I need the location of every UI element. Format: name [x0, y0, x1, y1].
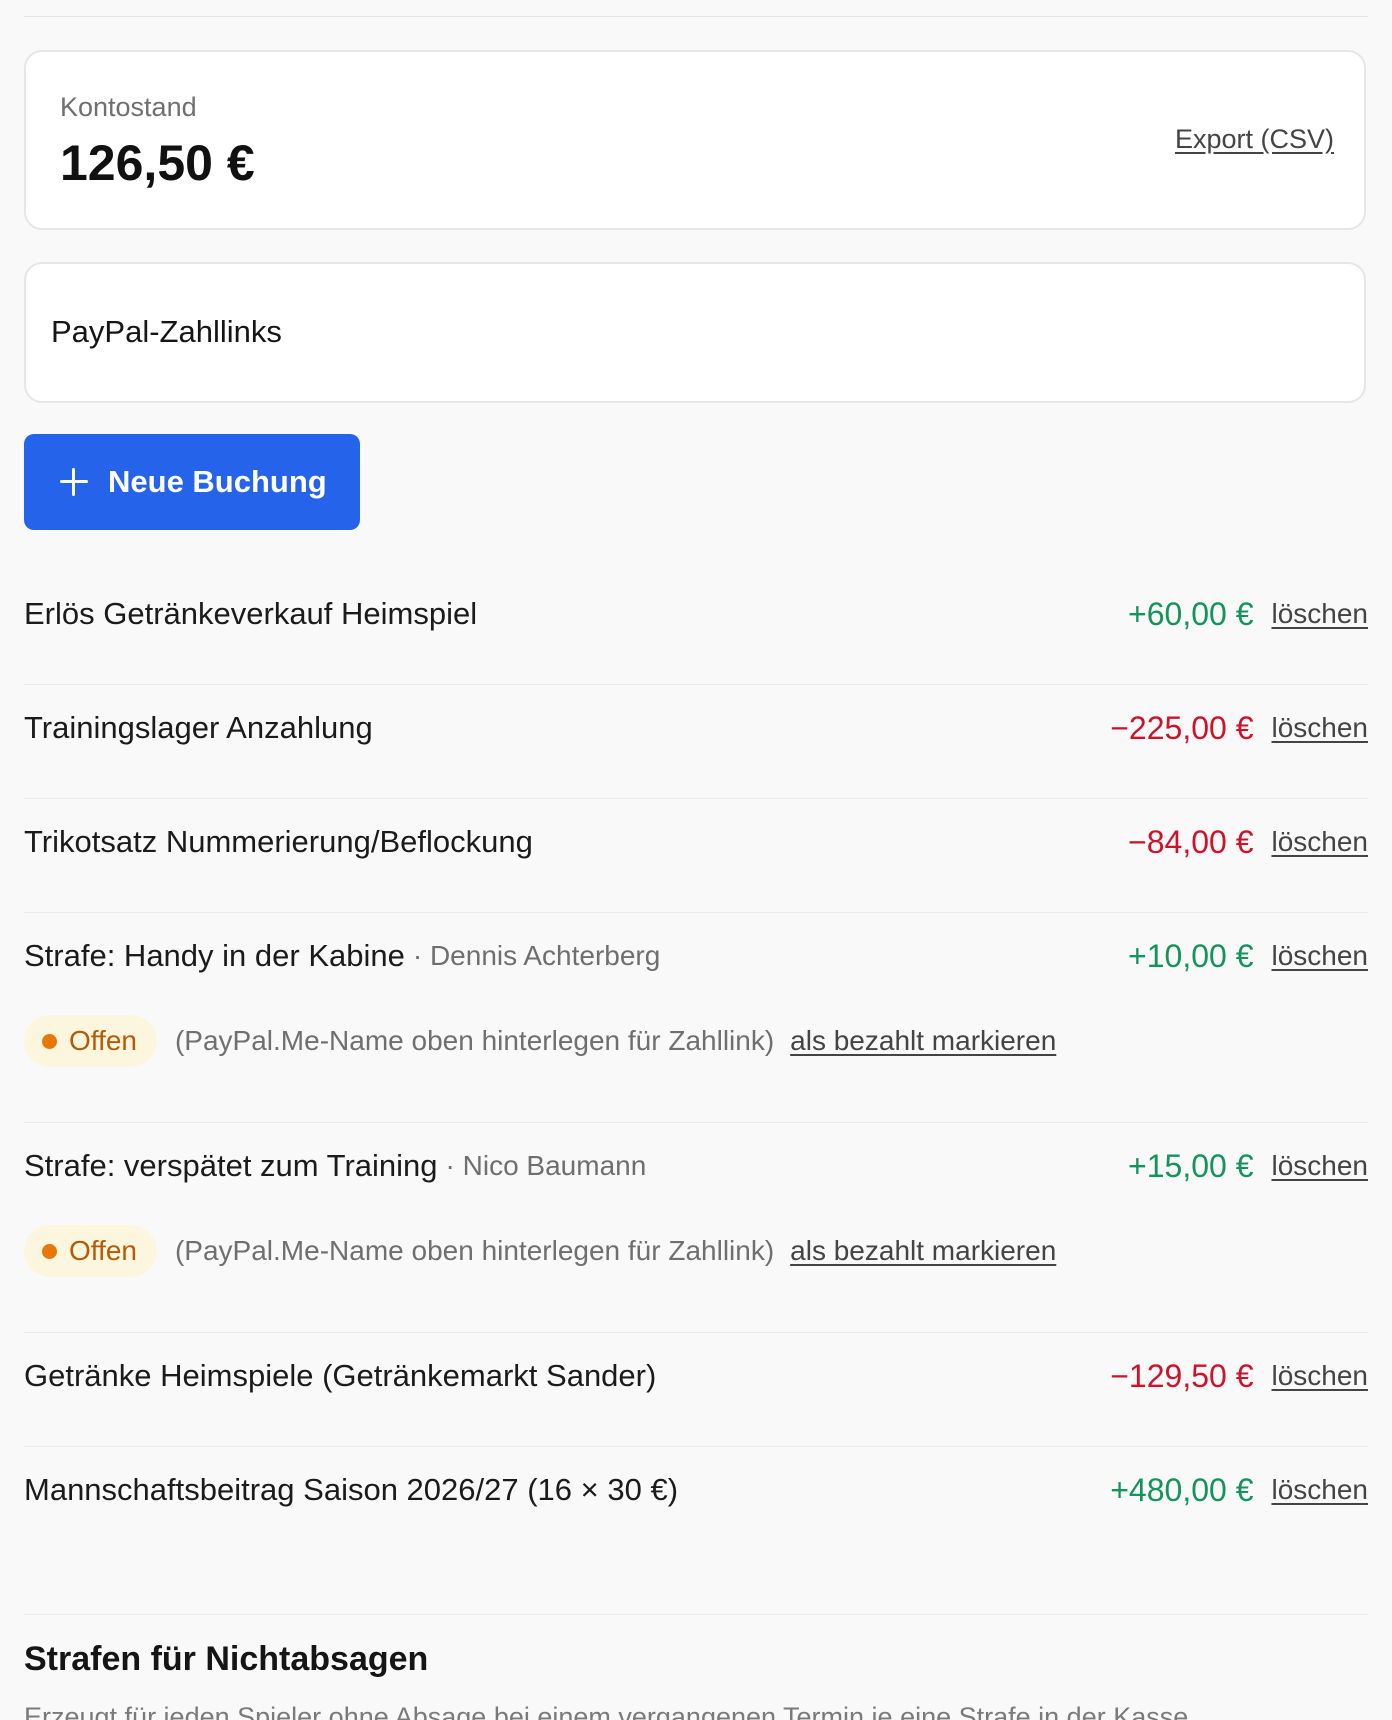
new-booking-label: Neue Buchung	[108, 464, 327, 499]
booking-row: Strafe: Handy in der Kabine · Dennis Acht…	[24, 913, 1368, 985]
booking-amount: −84,00 €	[1128, 823, 1254, 860]
booking-amount: +15,00 €	[1128, 1147, 1254, 1184]
booking-row: Getränke Heimspiele (Getränkemarkt Sande…	[24, 1333, 1368, 1405]
booking-row: Trainingslager Anzahlung −225,00 € löschen	[24, 685, 1368, 757]
booking-list: Erlös Getränkeverkauf Heimspiel +60,00 € l…	[24, 585, 1368, 1615]
booking-row: Strafe: verspätet zum Training · Nico Bau…	[24, 1123, 1368, 1195]
booking-row: Mannschaftsbeitrag Saison 2026/27 (16 × …	[24, 1447, 1368, 1519]
booking-person: · Dennis Achterberg	[412, 940, 661, 971]
plus-icon	[60, 468, 88, 496]
payment-status-row: Offen (PayPal.Me-Name oben hinterlegen fü…	[24, 1225, 1368, 1277]
booking-amount: +60,00 €	[1128, 595, 1254, 632]
booking-entry: Trainingslager Anzahlung −225,00 € löschen	[24, 685, 1368, 799]
booking-amount: −129,50 €	[1110, 1357, 1254, 1394]
booking-title: Strafe: verspätet zum Training	[24, 1148, 438, 1183]
booking-title: Mannschaftsbeitrag Saison 2026/27 (16 × …	[24, 1472, 679, 1507]
balance-value: 126,50 €	[60, 135, 255, 191]
delete-booking-link[interactable]: löschen	[1271, 1360, 1368, 1392]
status-note: (PayPal.Me-Name oben hinterlegen für Zah…	[174, 1235, 775, 1266]
mark-paid-link[interactable]: als bezahlt markieren	[790, 1235, 1056, 1267]
booking-row: Trikotsatz Nummerierung/Beflockung −84,00…	[24, 799, 1368, 871]
booking-title: Erlös Getränkeverkauf Heimspiel	[24, 596, 478, 631]
booking-title: Strafe: Handy in der Kabine	[24, 938, 405, 973]
booking-entry: Strafe: Handy in der Kabine · Dennis Acht…	[24, 913, 1368, 1123]
payment-status-row: Offen (PayPal.Me-Name oben hinterlegen fü…	[24, 1015, 1368, 1067]
status-dot-icon	[42, 1243, 57, 1259]
booking-entry: Mannschaftsbeitrag Saison 2026/27 (16 × …	[24, 1447, 1368, 1615]
new-booking-button[interactable]: Neue Buchung	[24, 434, 360, 530]
status-badge: Offen	[24, 1015, 157, 1067]
booking-entry: Erlös Getränkeverkauf Heimspiel +60,00 € l…	[24, 585, 1368, 685]
status-label: Offen	[69, 1025, 137, 1056]
balance-label: Kontostand	[60, 92, 197, 122]
booking-entry: Getränke Heimspiele (Getränkemarkt Sande…	[24, 1333, 1368, 1447]
booking-person: · Nico Baumann	[445, 1150, 647, 1181]
booking-amount: +480,00 €	[1110, 1471, 1254, 1508]
booking-row: Erlös Getränkeverkauf Heimspiel +60,00 € l…	[24, 585, 1368, 643]
booking-amount: +10,00 €	[1128, 937, 1254, 974]
balance-card: Kontostand 126,50 € Export (CSV)	[24, 50, 1366, 230]
status-note: (PayPal.Me-Name oben hinterlegen für Zah…	[174, 1025, 775, 1056]
delete-booking-link[interactable]: löschen	[1271, 1474, 1368, 1506]
export-csv-link[interactable]: Export (CSV)	[1175, 124, 1334, 155]
booking-amount: −225,00 €	[1110, 709, 1254, 746]
delete-booking-link[interactable]: löschen	[1271, 826, 1368, 858]
mark-paid-link[interactable]: als bezahlt markieren	[790, 1025, 1056, 1057]
booking-title: Getränke Heimspiele (Getränkemarkt Sande…	[24, 1358, 657, 1393]
delete-booking-link[interactable]: löschen	[1271, 598, 1368, 630]
booking-title: Trikotsatz Nummerierung/Beflockung	[24, 824, 533, 859]
booking-entry: Strafe: verspätet zum Training · Nico Bau…	[24, 1123, 1368, 1333]
booking-entry: Trikotsatz Nummerierung/Beflockung −84,00…	[24, 799, 1368, 913]
paypal-links-card[interactable]: PayPal-Zahllinks	[24, 262, 1366, 403]
team-cash-page: Kontostand 126,50 € Export (CSV) PayPal-…	[0, 0, 1392, 1720]
delete-booking-link[interactable]: löschen	[1271, 940, 1368, 972]
booking-title: Trainingslager Anzahlung	[24, 710, 373, 745]
penalty-section-title: Strafen für Nichtabsagen	[24, 1640, 429, 1678]
status-badge: Offen	[24, 1225, 157, 1277]
delete-booking-link[interactable]: löschen	[1271, 1150, 1368, 1182]
paypal-links-title: PayPal-Zahllinks	[51, 314, 282, 349]
status-label: Offen	[69, 1235, 137, 1266]
top-divider	[24, 16, 1368, 17]
delete-booking-link[interactable]: löschen	[1271, 712, 1368, 744]
penalty-section-subtitle: Erzeugt für jeden Spieler ohne Absage be…	[24, 1702, 1196, 1720]
status-dot-icon	[42, 1033, 57, 1049]
